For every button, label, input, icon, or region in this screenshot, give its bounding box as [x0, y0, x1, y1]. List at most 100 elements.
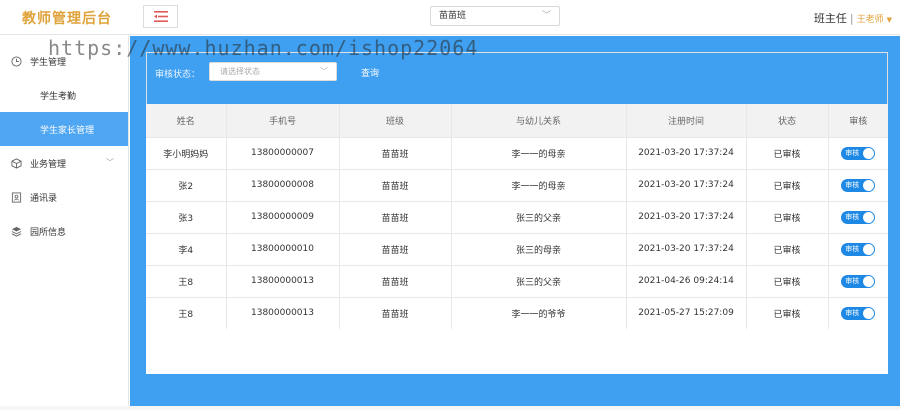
cell-name: 李小明妈妈	[146, 136, 227, 169]
table-row: 王8 13800000013 苗苗班 李一一的爷爷 2021-05-27 15:…	[146, 296, 888, 329]
review-status-select[interactable]: 请选择状态 ﹀	[209, 62, 337, 81]
column-header: 审核	[849, 116, 868, 127]
sidebar-item-label: 业务管理	[30, 159, 67, 170]
table-row: 张3 13800000009 苗苗班 张三的父亲 2021-03-20 17:3…	[146, 200, 888, 233]
toggle-knob	[863, 211, 875, 223]
menu-icon	[153, 11, 168, 22]
cell-phone: 13800000009	[226, 200, 340, 233]
menu-toggle-button[interactable]	[143, 5, 178, 28]
sidebar-item-parent-management[interactable]: 学生家长管理	[0, 112, 128, 146]
sidebar-item-label: 学生管理	[30, 57, 67, 68]
cell-class: 苗苗班	[339, 200, 452, 233]
cell-status: 已审核	[746, 232, 829, 265]
cell-review: 审核	[828, 168, 888, 201]
sidebar-item-contacts[interactable]: 通讯录	[0, 180, 128, 214]
review-status-placeholder: 请选择状态	[220, 67, 260, 76]
contact-card-icon	[10, 191, 22, 203]
cell-class: 苗苗班	[339, 232, 452, 265]
sidebar-item-label: 通讯录	[30, 193, 58, 204]
chevron-down-icon: ﹀	[320, 67, 328, 76]
cell-review: 审核	[828, 136, 888, 169]
chevron-down-icon: ﹀	[106, 158, 114, 167]
table-empty-area	[146, 329, 888, 374]
toggle-knob	[863, 179, 875, 191]
cell-status: 已审核	[746, 136, 829, 169]
cell-review: 审核	[828, 296, 888, 329]
user-separator: |	[849, 12, 854, 25]
user-menu[interactable]: 班主任 | 王老师 ▼	[814, 10, 892, 26]
cell-phone: 13800000013	[226, 264, 340, 297]
cell-phone: 13800000013	[226, 296, 340, 329]
bottom-strip	[0, 406, 900, 410]
review-toggle-label: 审核	[845, 180, 860, 189]
cell-name: 张3	[146, 200, 227, 233]
class-select-value: 苗苗班	[439, 11, 467, 21]
table-row: 李4 13800000010 苗苗班 张三的母亲 2021-03-20 17:3…	[146, 232, 888, 265]
review-toggle[interactable]: 审核	[841, 178, 876, 192]
review-toggle-label: 审核	[845, 276, 860, 285]
cell-relation: 张三的父亲	[451, 200, 627, 233]
cell-name: 王8	[146, 264, 227, 297]
review-toggle-label: 审核	[845, 244, 860, 253]
cell-review: 审核	[828, 200, 888, 233]
toggle-knob	[863, 147, 875, 159]
class-select[interactable]: 苗苗班 ﹀	[430, 6, 560, 26]
cell-review: 审核	[828, 264, 888, 297]
cell-review: 审核	[828, 232, 888, 265]
sidebar-item-business-management[interactable]: 业务管理 ﹀	[0, 146, 128, 180]
column-header: 与幼儿关系	[451, 104, 627, 137]
sidebar-item-label: 学生考勤	[40, 91, 77, 102]
sidebar-item-student-management[interactable]: 学生管理	[0, 44, 128, 78]
top-header: 教师管理后台 苗苗班 ﹀ 班主任 | 王老师 ▼	[0, 0, 900, 35]
layers-icon	[10, 225, 22, 237]
review-toggle[interactable]: 审核	[841, 274, 876, 288]
cube-icon	[10, 157, 22, 169]
cell-relation: 张三的父亲	[451, 264, 627, 297]
cell-status: 已审核	[746, 168, 829, 201]
cell-name: 张2	[146, 168, 227, 201]
column-header: 班级	[339, 104, 452, 137]
query-button[interactable]: 查询	[361, 66, 379, 79]
review-toggle-label: 审核	[845, 308, 860, 317]
cell-phone: 13800000008	[226, 168, 340, 201]
review-toggle[interactable]: 审核	[841, 146, 876, 160]
user-name: 王老师	[856, 15, 884, 25]
cell-phone: 13800000010	[226, 232, 340, 265]
cell-relation: 李一一的母亲	[451, 136, 627, 169]
table-row: 张2 13800000008 苗苗班 李一一的母亲 2021-03-20 17:…	[146, 168, 888, 201]
cell-name: 李4	[146, 232, 227, 265]
cell-class: 苗苗班	[339, 264, 452, 297]
caret-down-icon: ▼	[886, 16, 892, 24]
cell-name: 王8	[146, 296, 227, 329]
toggle-knob	[863, 275, 875, 287]
cell-status: 已审核	[746, 200, 829, 233]
cell-register-time: 2021-03-20 17:37:24	[626, 168, 747, 201]
column-header: 姓名	[146, 104, 227, 137]
cell-phone: 13800000007	[226, 136, 340, 169]
review-toggle[interactable]: 审核	[841, 242, 876, 256]
cell-status: 已审核	[746, 264, 829, 297]
column-header: 状态	[746, 104, 829, 137]
sidebar-item-label: 园所信息	[30, 227, 67, 238]
cell-register-time: 2021-03-20 17:37:24	[626, 232, 747, 265]
sidebar-item-label: 学生家长管理	[40, 125, 95, 136]
cell-register-time: 2021-03-20 17:37:24	[626, 200, 747, 233]
sidebar-item-kindergarten-info[interactable]: 园所信息	[0, 214, 128, 248]
chevron-down-icon: ﹀	[541, 11, 551, 21]
cell-class: 苗苗班	[339, 136, 452, 169]
user-role: 班主任	[813, 12, 847, 25]
table-row: 王8 13800000013 苗苗班 张三的父亲 2021-04-26 09:2…	[146, 264, 888, 297]
sidebar-item-student-attendance[interactable]: 学生考勤	[0, 78, 128, 112]
column-header: 手机号	[226, 104, 340, 137]
cell-register-time: 2021-05-27 15:27:09	[626, 296, 747, 329]
cell-relation: 张三的母亲	[451, 232, 627, 265]
review-toggle[interactable]: 审核	[841, 306, 876, 320]
cell-relation: 李一一的母亲	[451, 168, 627, 201]
review-toggle-label: 审核	[845, 148, 860, 157]
column-header: 注册时间	[626, 104, 747, 137]
table-header-row: 姓名 手机号 班级 与幼儿关系 注册时间 状态 审核	[146, 104, 888, 137]
review-toggle[interactable]: 审核	[841, 210, 876, 224]
review-status-label: 审核状态：	[155, 70, 201, 80]
cell-register-time: 2021-03-20 17:37:24	[626, 136, 747, 169]
cell-class: 苗苗班	[339, 168, 452, 201]
